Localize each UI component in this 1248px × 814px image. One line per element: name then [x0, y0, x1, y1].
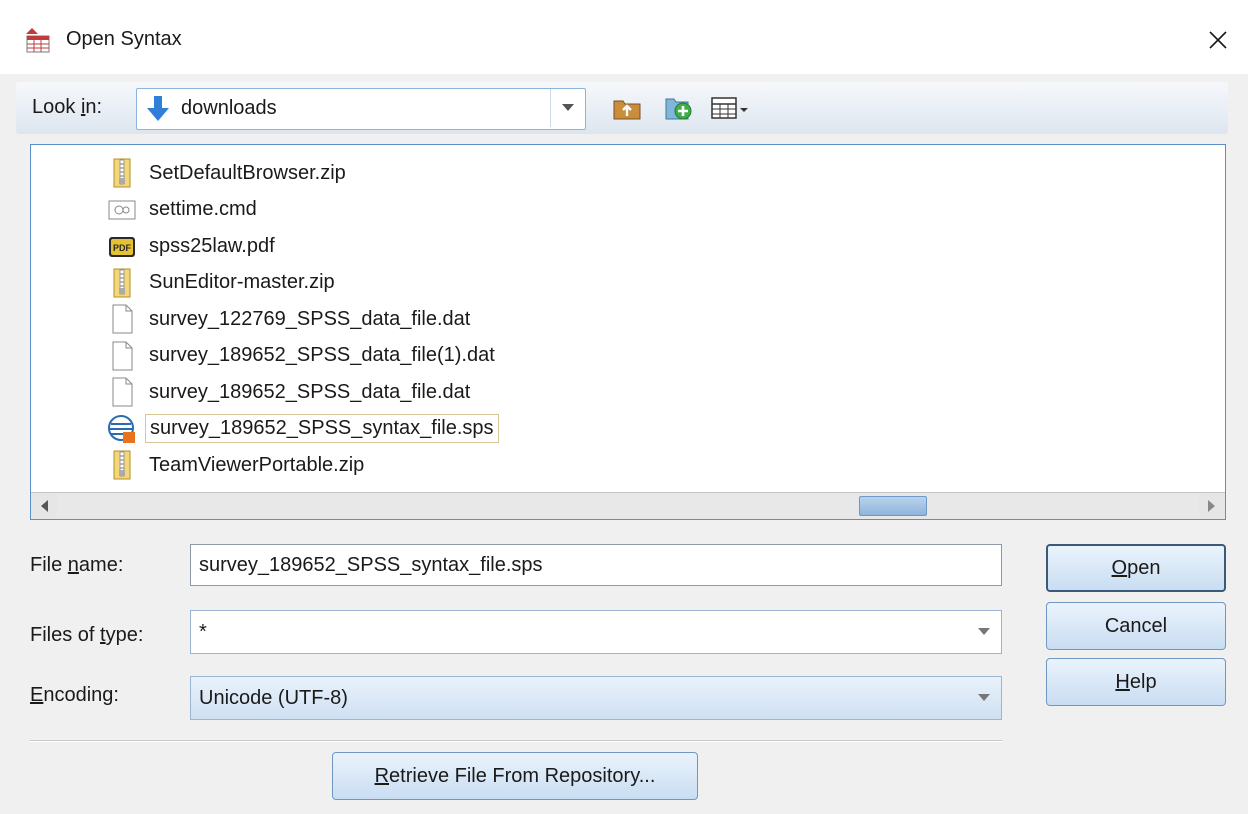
- file-list-item-label: settime.cmd: [149, 198, 257, 220]
- look-in-combo[interactable]: downloads: [136, 88, 586, 130]
- arrow-right-icon: [1208, 500, 1215, 512]
- blank-file-icon: [107, 304, 137, 334]
- cmd-file-icon: [107, 195, 137, 225]
- file-list-item[interactable]: survey_189652_SPSS_syntax_file.sps: [107, 413, 499, 445]
- file-list-item[interactable]: survey_122769_SPSS_data_file.dat: [107, 303, 474, 335]
- new-folder-icon: [665, 98, 692, 120]
- encoding-dropdown-button[interactable]: [967, 677, 1001, 719]
- file-list-item-label: TeamViewerPortable.zip: [149, 453, 365, 476]
- folder-up-icon: [613, 100, 641, 120]
- file-list-item-label: survey_122769_SPSS_data_file.dat: [149, 307, 471, 330]
- chevron-down-icon: [978, 694, 990, 701]
- pdf-file-icon: PDF: [107, 231, 137, 261]
- file-name-field[interactable]: survey_189652_SPSS_syntax_file.sps: [190, 544, 1002, 586]
- dialog-body: Look in: downloads SetDefaultBrowser.zip…: [0, 74, 1248, 814]
- look-in-dropdown-button[interactable]: [550, 89, 585, 127]
- scrollbar-thumb[interactable]: [859, 496, 927, 516]
- window-title: Open Syntax: [66, 28, 182, 50]
- file-type-value: *: [199, 621, 207, 643]
- spss-app-icon: [24, 28, 52, 54]
- file-name-label: File name:: [30, 554, 124, 576]
- spss-syntax-file-icon: [107, 414, 137, 444]
- file-type-label: Files of type:: [30, 624, 144, 646]
- file-list-item-label: survey_189652_SPSS_syntax_file.sps: [145, 414, 499, 443]
- file-list-item-label: survey_189652_SPSS_data_file.dat: [149, 380, 471, 403]
- chevron-down-icon: [978, 628, 990, 635]
- view-menu-icon: [711, 97, 748, 119]
- help-button[interactable]: Help: [1046, 658, 1226, 706]
- file-list-item[interactable]: settime.cmd: [107, 194, 261, 226]
- arrow-left-icon: [41, 500, 48, 512]
- blank-file-icon: [107, 377, 137, 407]
- zip-file-icon: [107, 158, 137, 188]
- folder-up-button[interactable]: [612, 93, 642, 123]
- file-list-item[interactable]: survey_189652_SPSS_data_file.dat: [107, 376, 474, 408]
- encoding-label: Encoding:: [30, 684, 119, 706]
- separator: [30, 740, 1002, 742]
- file-list-item-label: survey_189652_SPSS_data_file(1).dat: [149, 344, 495, 366]
- title-bar: Open Syntax: [0, 0, 1248, 74]
- file-list-item-label: SetDefaultBrowser.zip: [149, 161, 346, 184]
- encoding-combo[interactable]: Unicode (UTF-8): [190, 676, 1002, 720]
- file-list-item[interactable]: SunEditor-master.zip: [107, 267, 339, 299]
- file-type-combo[interactable]: *: [190, 610, 1002, 654]
- view-menu-button[interactable]: [710, 93, 758, 123]
- zip-file-icon: [107, 268, 137, 298]
- retrieve-from-repository-button[interactable]: Retrieve File From Repository...: [332, 752, 698, 800]
- open-button[interactable]: Open: [1046, 544, 1226, 592]
- file-list-item-label: SunEditor-master.zip: [149, 271, 335, 293]
- blank-file-icon: [107, 341, 137, 371]
- file-list-item[interactable]: survey_189652_SPSS_data_file(1).dat: [107, 340, 499, 372]
- encoding-value: Unicode (UTF-8): [199, 687, 348, 709]
- open-syntax-dialog: Open Syntax Look in: downloads SetDefaul…: [0, 0, 1248, 814]
- zip-file-icon: [107, 450, 137, 480]
- horizontal-scrollbar[interactable]: [31, 492, 1225, 519]
- file-list-item[interactable]: PDF spss25law.pdf: [107, 230, 279, 262]
- look-in-bar: Look in: downloads: [16, 82, 1228, 134]
- file-list[interactable]: SetDefaultBrowser.zip settime.cmd PDF spss2…: [30, 144, 1226, 520]
- chevron-down-icon: [562, 104, 574, 111]
- file-list-item[interactable]: TeamViewerPortable.zip: [107, 449, 368, 481]
- file-list-item[interactable]: SetDefaultBrowser.zip: [107, 157, 350, 189]
- file-type-dropdown-button[interactable]: [967, 611, 1001, 653]
- scroll-right-button[interactable]: [1199, 493, 1225, 519]
- cancel-button[interactable]: Cancel: [1046, 602, 1226, 650]
- scroll-left-button[interactable]: [31, 493, 57, 519]
- download-arrow-icon: [147, 96, 169, 121]
- new-folder-button[interactable]: [664, 93, 694, 123]
- close-button[interactable]: [1196, 18, 1240, 62]
- file-list-item-label: spss25law.pdf: [149, 234, 275, 257]
- look-in-label: Look in:: [32, 96, 103, 118]
- svg-text:PDF: PDF: [113, 243, 132, 253]
- look-in-folder: downloads: [181, 97, 277, 119]
- close-icon: [1209, 31, 1227, 49]
